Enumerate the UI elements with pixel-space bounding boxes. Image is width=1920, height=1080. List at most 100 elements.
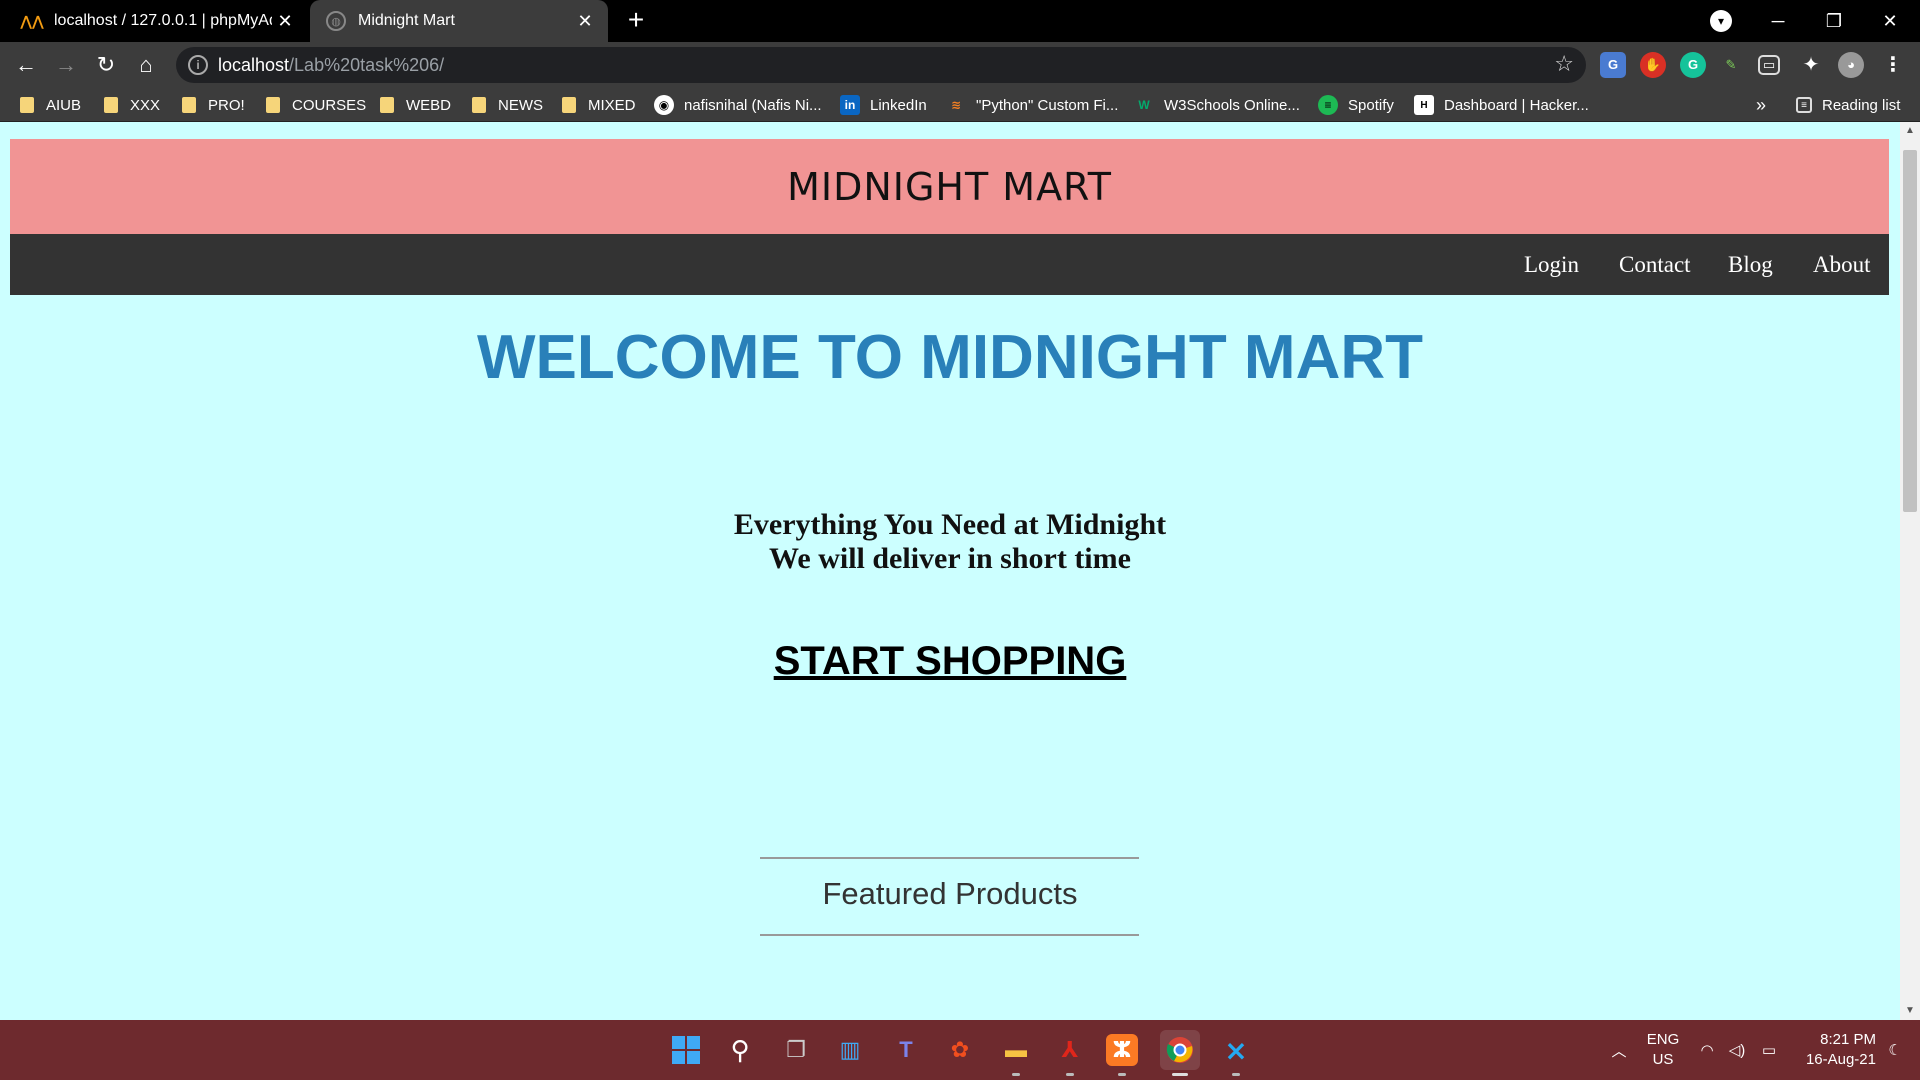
scroll-thumb[interactable] <box>1903 150 1917 512</box>
page-scrollbar[interactable]: ▲ ▼ <box>1900 122 1920 1020</box>
menu-kebab-icon[interactable]: ⋮ <box>1880 52 1906 78</box>
tab-midnight-mart[interactable]: ◍ Midnight Mart ✕ <box>310 0 608 42</box>
tagline-line-2: We will deliver in short time <box>769 542 1131 575</box>
bookmark-folder-mixed[interactable]: MIXED <box>562 88 636 122</box>
browser-toolbar: ← → ↻ ⌂ i localhost /Lab%20task%206/ ☆ G… <box>0 42 1920 88</box>
teams-chat-icon[interactable]: T <box>886 1030 926 1070</box>
nav-blog-link[interactable]: Blog <box>1728 234 1773 295</box>
tab-close-icon[interactable]: ✕ <box>572 11 598 32</box>
folder-icon <box>182 97 196 113</box>
address-bar[interactable]: i localhost /Lab%20task%206/ ☆ <box>176 47 1586 83</box>
bookmark-hackerrank[interactable]: H Dashboard | Hacker... <box>1414 88 1589 122</box>
featured-bottom-divider <box>760 934 1139 936</box>
tab-search-icon[interactable]: ▾ <box>1710 10 1732 32</box>
tab-strip: ⋀⋀ localhost / 127.0.0.1 | phpMyAdn ✕ ◍ … <box>0 0 1920 42</box>
extensions-puzzle-icon[interactable]: ✦ <box>1798 52 1824 78</box>
acrobat-icon[interactable]: ⅄ <box>1050 1030 1090 1076</box>
forward-arrow-icon[interactable]: → <box>50 50 82 80</box>
reading-list-button[interactable]: ≡ Reading list <box>1796 88 1900 122</box>
home-icon[interactable]: ⌂ <box>130 50 162 80</box>
bookmarks-overflow-button[interactable]: » <box>1756 88 1766 122</box>
folder-icon <box>380 97 394 113</box>
nav-login-link[interactable]: Login <box>1524 234 1579 295</box>
minimize-button[interactable]: ─ <box>1750 0 1806 42</box>
globe-icon: ◍ <box>326 11 346 31</box>
widgets-icon[interactable]: ▥ <box>830 1030 870 1070</box>
bookmarks-bar: AIUB XXX PRO! COURSES WEBD NEWS MIXED ◉ n… <box>0 88 1920 122</box>
start-shopping-link[interactable]: START SHOPPING <box>774 639 1127 683</box>
bookmark-folder-courses[interactable]: COURSES <box>266 88 366 122</box>
bookmark-label: NEWS <box>498 96 543 114</box>
adblock-extension-icon[interactable]: ✋ <box>1640 52 1666 78</box>
bookmark-label: LinkedIn <box>870 96 927 114</box>
site-brand: MIDNIGHT MART <box>787 164 1112 209</box>
xampp-icon[interactable]: ⵣ <box>1106 1034 1138 1076</box>
start-shopping-container: START SHOPPING <box>0 639 1900 684</box>
language-indicator[interactable]: ENG US <box>1640 1020 1686 1080</box>
wifi-icon[interactable]: ◠ <box>1694 1020 1720 1080</box>
reload-icon[interactable]: ↻ <box>90 50 122 80</box>
tab-close-icon[interactable]: ✕ <box>272 11 298 32</box>
color-picker-extension-icon[interactable]: ✎ <box>1718 52 1744 78</box>
bookmark-label: WEBD <box>406 96 451 114</box>
bookmark-label: W3Schools Online... <box>1164 96 1300 114</box>
system-clock[interactable]: 8:21 PM 16-Aug-21 <box>1790 1020 1876 1080</box>
bookmark-linkedin[interactable]: in LinkedIn <box>840 88 927 122</box>
bookmark-folder-xxx[interactable]: XXX <box>104 88 160 122</box>
bookmark-github[interactable]: ◉ nafisnihal (Nafis Ni... <box>654 88 822 122</box>
bookmark-label: MIXED <box>588 96 636 114</box>
profile-avatar-icon[interactable]: ◕ <box>1838 52 1864 78</box>
scroll-up-arrow-icon[interactable]: ▲ <box>1900 122 1920 140</box>
reading-list-icon: ≡ <box>1796 97 1812 113</box>
figma-icon[interactable]: ✿ <box>940 1030 980 1070</box>
search-icon[interactable]: ⚲ <box>720 1030 760 1070</box>
language-code: ENG <box>1646 1031 1680 1048</box>
vscode-icon[interactable]: ⨯ <box>1216 1030 1256 1076</box>
back-arrow-icon[interactable]: ← <box>10 50 42 80</box>
tray-overflow-chevron-icon[interactable]: ︿ <box>1604 1020 1634 1080</box>
site-info-icon[interactable]: i <box>188 55 208 75</box>
clock-time: 8:21 PM <box>1820 1031 1876 1048</box>
nav-about-link[interactable]: About <box>1813 234 1871 295</box>
running-indicator <box>1012 1073 1020 1076</box>
bookmark-folder-pro[interactable]: PRO! <box>182 88 245 122</box>
notification-moon-icon[interactable]: ☾ <box>1880 1020 1910 1080</box>
nav-contact-link[interactable]: Contact <box>1619 234 1691 295</box>
bookmark-folder-news[interactable]: NEWS <box>472 88 543 122</box>
restore-button[interactable]: ❐ <box>1806 0 1862 42</box>
tab-title: localhost / 127.0.0.1 | phpMyAdn <box>54 12 272 29</box>
close-window-button[interactable]: ✕ <box>1862 0 1918 42</box>
media-extension-icon[interactable]: ▭ <box>1758 55 1780 75</box>
volume-icon[interactable]: ◁) <box>1724 1020 1750 1080</box>
w3schools-icon: W <box>1138 98 1150 112</box>
bookmark-label: Spotify <box>1348 96 1394 114</box>
site-navbar: Login Contact Blog About <box>10 234 1889 295</box>
battery-icon[interactable]: ▭ <box>1754 1020 1784 1080</box>
bookmark-label: PRO! <box>208 96 245 114</box>
bookmark-star-icon[interactable]: ☆ <box>1554 51 1574 77</box>
bookmark-folder-webd[interactable]: WEBD <box>380 88 451 122</box>
tab-phpmyadmin[interactable]: ⋀⋀ localhost / 127.0.0.1 | phpMyAdn ✕ <box>0 0 308 42</box>
windows-start-icon[interactable] <box>666 1030 706 1070</box>
linkedin-icon: in <box>840 95 860 115</box>
tagline-line-1: Everything You Need at Midnight <box>733 508 1167 541</box>
bookmark-spotify[interactable]: ≡ Spotify <box>1318 88 1394 122</box>
hackerrank-icon: H <box>1414 95 1434 115</box>
running-indicator <box>1232 1073 1240 1076</box>
scroll-down-arrow-icon[interactable]: ▼ <box>1900 1002 1920 1020</box>
bookmark-w3schools[interactable]: W W3Schools Online... <box>1134 88 1300 122</box>
page-viewport: MIDNIGHT MART Login Contact Blog About W… <box>0 122 1920 1020</box>
url-host: localhost <box>218 54 290 75</box>
site-header: MIDNIGHT MART <box>10 139 1889 234</box>
new-tab-button[interactable]: + <box>620 6 652 36</box>
translate-extension-icon[interactable]: G <box>1600 52 1626 78</box>
bookmark-label: "Python" Custom Fi... <box>976 96 1119 114</box>
file-explorer-icon[interactable]: ▬ <box>996 1030 1036 1076</box>
reading-list-label: Reading list <box>1822 96 1901 114</box>
chrome-icon[interactable] <box>1160 1030 1200 1076</box>
bookmark-folder-aiub[interactable]: AIUB <box>20 88 81 122</box>
folder-icon <box>104 97 118 113</box>
task-view-icon[interactable]: ❐ <box>776 1030 816 1070</box>
grammarly-extension-icon[interactable]: G <box>1680 52 1706 78</box>
bookmark-python-custom[interactable]: ≋ "Python" Custom Fi... <box>946 88 1118 122</box>
